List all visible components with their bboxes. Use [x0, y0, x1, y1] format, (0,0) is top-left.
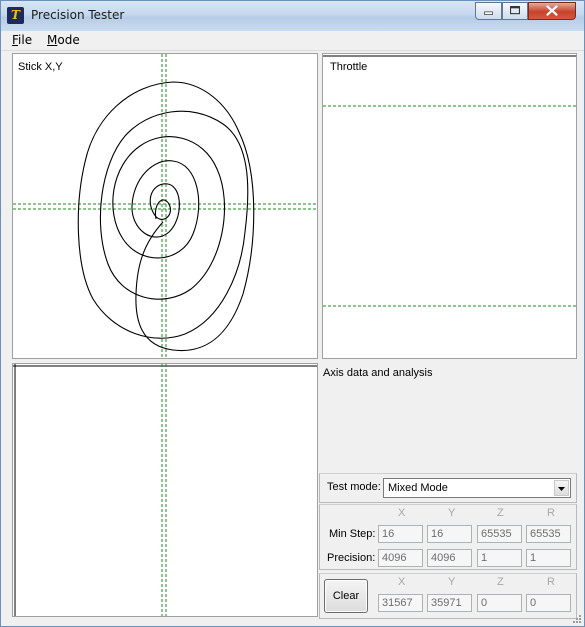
close-icon: [546, 5, 558, 16]
min-step-z-field: 65535: [477, 525, 522, 543]
current-z-field: 0: [477, 594, 522, 612]
throttle-plot: [323, 55, 576, 307]
app-logo-icon: T: [7, 7, 24, 24]
current-header-r: R: [547, 576, 555, 588]
secondary-plot-panel: [12, 363, 318, 617]
chevron-down-icon: [558, 487, 565, 491]
resize-grip-icon[interactable]: [572, 614, 582, 624]
min-step-y-field: 16: [427, 525, 472, 543]
menu-file-rest: ile: [18, 33, 33, 47]
test-mode-value: Mixed Mode: [388, 482, 448, 494]
current-r-field: 0: [526, 594, 571, 612]
header-x: X: [398, 507, 406, 519]
title-bar[interactable]: T Precision Tester: [1, 1, 584, 31]
current-x-field: 31567: [378, 594, 423, 612]
dropdown-button[interactable]: [554, 480, 569, 496]
test-mode-label: Test mode:: [327, 481, 381, 493]
min-step-r-field: 65535: [526, 525, 571, 543]
precision-y-field: 4096: [427, 549, 472, 567]
min-step-label: Min Step:: [329, 528, 376, 540]
menu-mode-accel: M: [47, 33, 58, 47]
maximize-button[interactable]: [502, 2, 528, 20]
header-z: Z: [497, 507, 504, 519]
precision-z-field: 1: [477, 549, 522, 567]
precision-r-field: 1: [526, 549, 571, 567]
throttle-panel: Throttle: [322, 53, 577, 359]
app-window: T Precision Tester File Mode Stick X,Y T…: [0, 0, 585, 627]
current-header-x: X: [398, 576, 406, 588]
precision-label: Precision:: [327, 552, 376, 564]
minimize-button[interactable]: [475, 2, 502, 20]
close-button[interactable]: [528, 2, 576, 20]
menu-file[interactable]: File: [12, 33, 32, 47]
current-header-z: Z: [497, 576, 504, 588]
minimize-icon: [484, 11, 493, 15]
header-y: Y: [448, 507, 456, 519]
clear-button[interactable]: Clear: [324, 579, 368, 613]
current-header-y: Y: [448, 576, 456, 588]
header-r: R: [547, 507, 555, 519]
menu-mode[interactable]: Mode: [47, 33, 80, 47]
stick-xy-plot: [13, 54, 317, 358]
window-title: Precision Tester: [31, 8, 125, 22]
stick-xy-panel: Stick X,Y: [12, 53, 318, 359]
current-y-field: 35971: [427, 594, 472, 612]
precision-x-field: 4096: [378, 549, 423, 567]
analysis-panel: Axis data and analysis: [319, 363, 577, 471]
maximize-icon: [510, 6, 520, 15]
min-step-x-field: 16: [378, 525, 423, 543]
secondary-plot: [13, 364, 317, 616]
analysis-label: Axis data and analysis: [323, 367, 433, 379]
menu-bar: File Mode: [1, 31, 584, 51]
menu-mode-rest: ode: [57, 33, 80, 47]
test-mode-select[interactable]: Mixed Mode: [383, 478, 571, 498]
